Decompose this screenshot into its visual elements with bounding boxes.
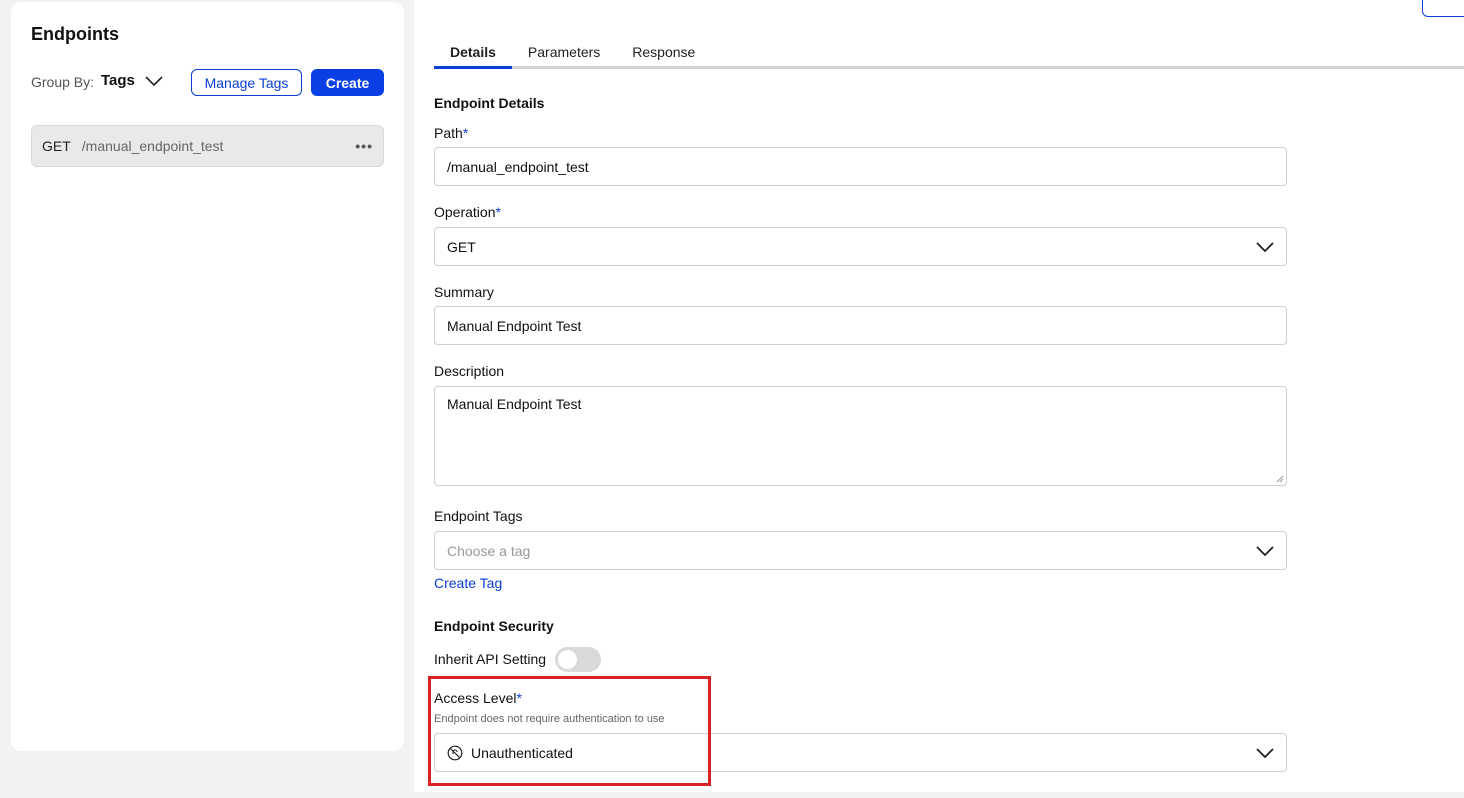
group-by-label: Group By: bbox=[31, 74, 95, 90]
no-auth-icon bbox=[447, 745, 463, 760]
chevron-down-icon bbox=[1256, 545, 1274, 556]
tab-bar: Details Parameters Response bbox=[434, 36, 1464, 69]
manage-tags-button[interactable]: Manage Tags bbox=[191, 69, 302, 96]
create-endpoint-button[interactable]: Create bbox=[311, 69, 384, 96]
endpoints-sidebar: Endpoints Group By: Tags Manage Tags Cre… bbox=[11, 2, 404, 751]
description-label: Description bbox=[434, 363, 505, 379]
endpoint-list-item[interactable]: GET /manual_endpoint_test ••• bbox=[31, 125, 384, 167]
chevron-down-icon bbox=[145, 75, 163, 86]
access-level-select[interactable]: Unauthenticated bbox=[434, 733, 1287, 772]
path-label: Path* bbox=[434, 125, 469, 141]
endpoint-tags-label: Endpoint Tags bbox=[434, 508, 523, 524]
endpoint-editor: Details Parameters Response Endpoint Det… bbox=[414, 0, 1464, 792]
chevron-down-icon bbox=[1256, 241, 1274, 252]
resize-handle-icon[interactable] bbox=[1275, 474, 1284, 483]
inherit-api-setting-label: Inherit API Setting bbox=[434, 651, 547, 667]
tab-details[interactable]: Details bbox=[434, 36, 512, 69]
description-textarea[interactable]: Manual Endpoint Test bbox=[434, 386, 1287, 486]
more-options-icon[interactable]: ••• bbox=[355, 138, 373, 154]
endpoint-method: GET bbox=[42, 138, 71, 154]
summary-label: Summary bbox=[434, 284, 494, 300]
inherit-api-setting-toggle[interactable] bbox=[555, 647, 601, 672]
summary-input[interactable]: Manual Endpoint Test bbox=[434, 306, 1287, 345]
tab-parameters[interactable]: Parameters bbox=[512, 36, 616, 69]
path-input[interactable]: /manual_endpoint_test bbox=[434, 147, 1287, 186]
operation-label: Operation* bbox=[434, 204, 501, 220]
tab-response[interactable]: Response bbox=[616, 36, 711, 69]
cancel-button[interactable] bbox=[1422, 0, 1464, 17]
operation-select[interactable]: GET bbox=[434, 227, 1287, 266]
endpoint-details-heading: Endpoint Details bbox=[434, 95, 545, 111]
toggle-knob bbox=[558, 650, 577, 669]
create-tag-link[interactable]: Create Tag bbox=[434, 575, 502, 591]
sidebar-title: Endpoints bbox=[31, 24, 119, 44]
group-by-select[interactable]: Tags bbox=[101, 72, 163, 89]
chevron-down-icon bbox=[1256, 747, 1274, 758]
group-by-value: Tags bbox=[101, 72, 135, 89]
access-level-label: Access Level* bbox=[434, 690, 522, 706]
access-level-hint: Endpoint does not require authentication… bbox=[434, 713, 665, 725]
endpoint-tags-select[interactable]: Choose a tag bbox=[434, 531, 1287, 570]
endpoint-security-heading: Endpoint Security bbox=[434, 618, 554, 634]
endpoint-path: /manual_endpoint_test bbox=[81, 138, 224, 154]
